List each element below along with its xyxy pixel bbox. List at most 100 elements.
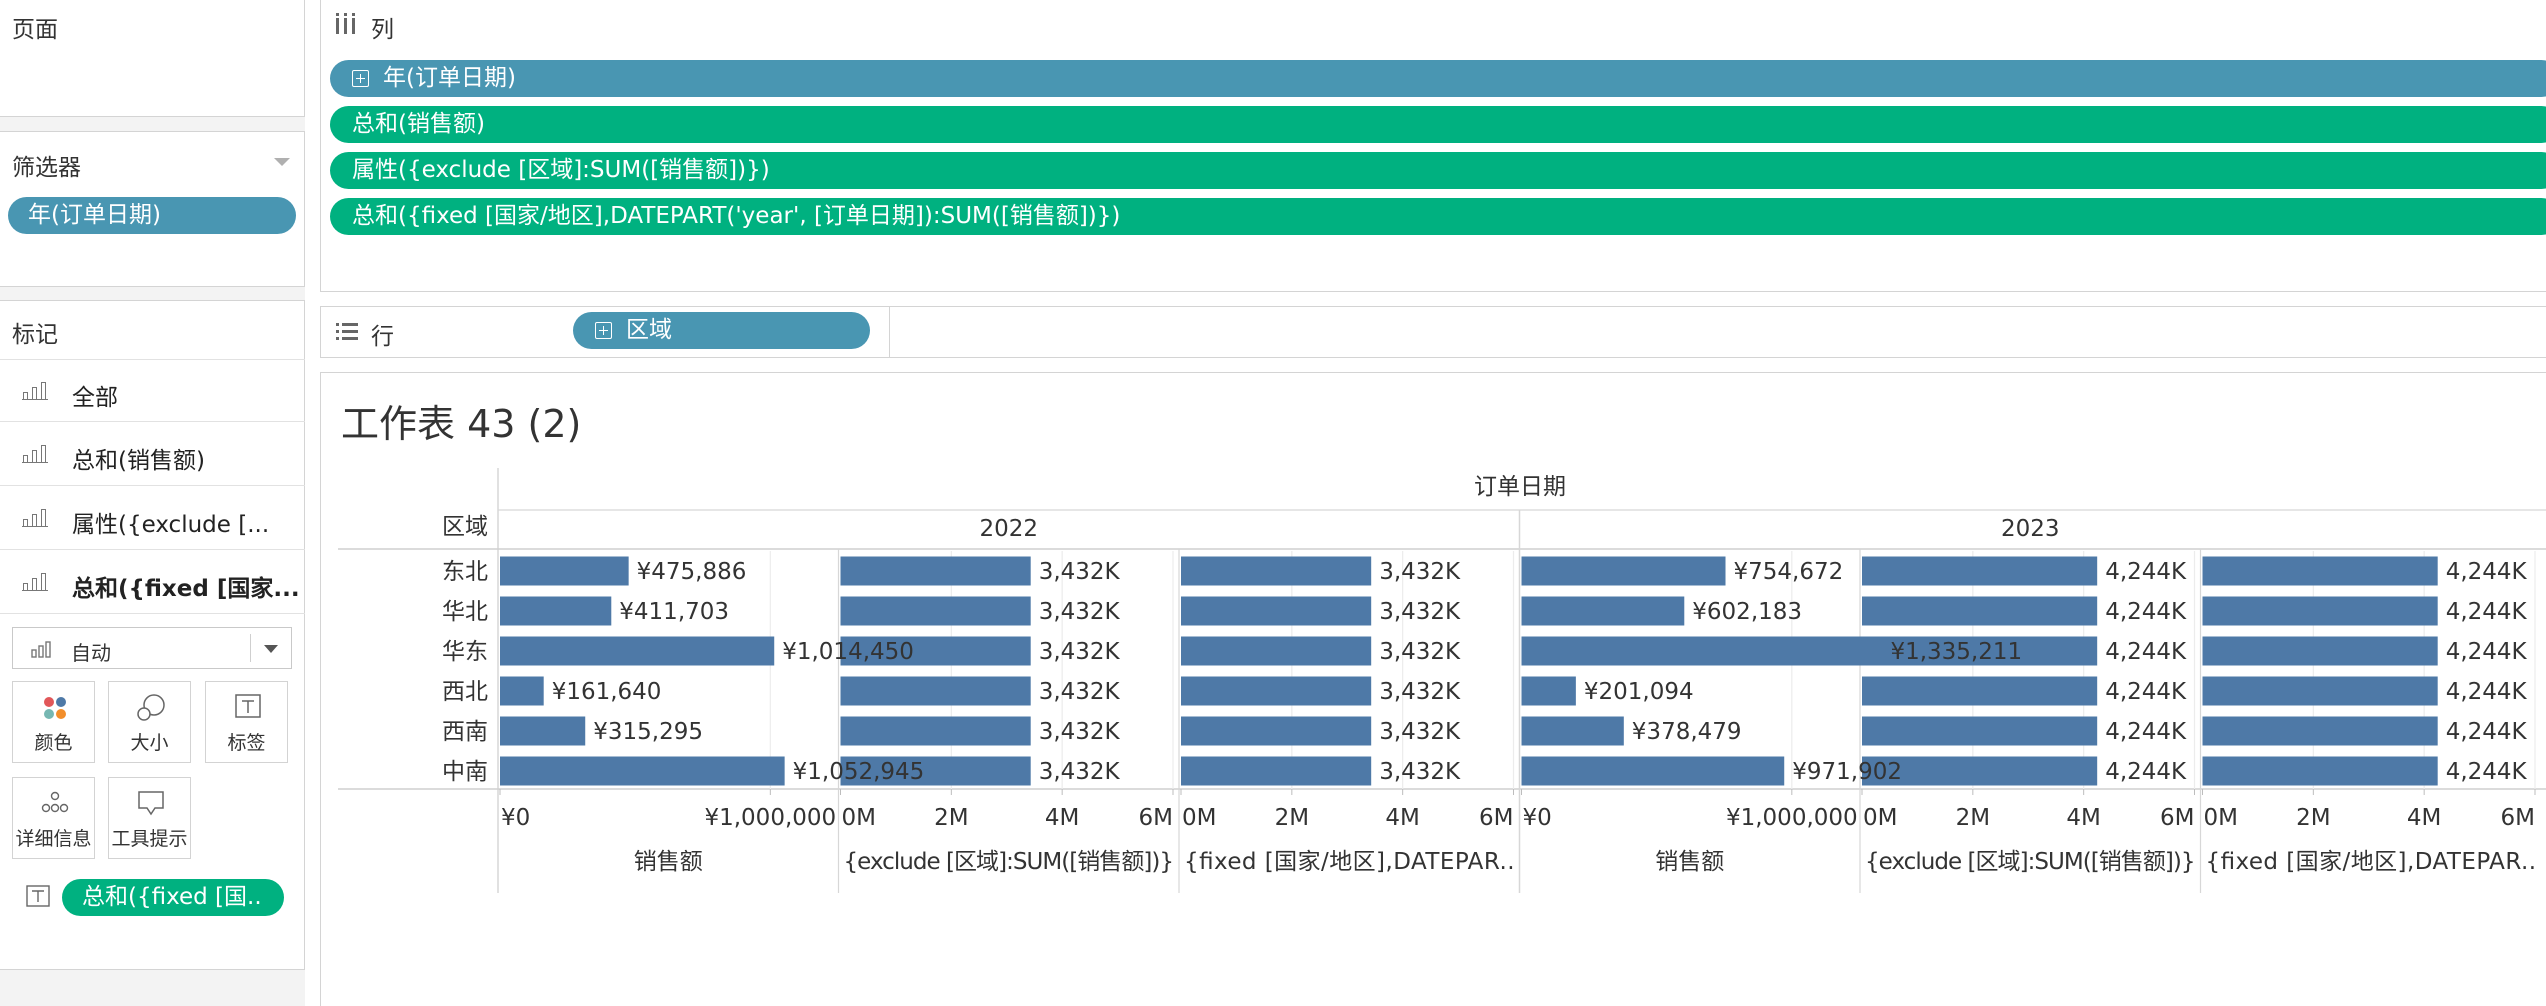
bar (2202, 596, 2438, 626)
data-label: 3,432K (1379, 759, 1461, 785)
tick-label: 6M (1139, 805, 1173, 831)
bar-chart[interactable]: 订单日期区域 2022 ¥475,886 ¥411,703 ¥1,014,450 ¥161… (0, 0, 2546, 1006)
data-label: 4,244K (2105, 759, 2187, 785)
column-header-order-date: 订单日期 (1474, 474, 1566, 500)
bar (500, 556, 629, 586)
tick-label: 2M (1275, 805, 1309, 831)
bar (500, 676, 544, 706)
tick-label: 4M (1385, 805, 1419, 831)
row-label: 西南 (442, 719, 488, 745)
year-header-2022: 2022 (979, 516, 1038, 542)
data-label: ¥1,052,945 (793, 759, 925, 785)
axis-title: {fixed [国家/地区],DATEPAR.. (1184, 849, 1515, 875)
bar (1181, 556, 1372, 586)
data-label: 4,244K (2446, 679, 2528, 705)
bar (840, 596, 1031, 626)
bar (1181, 636, 1372, 666)
data-label: 3,432K (1039, 679, 1121, 705)
data-label: ¥1,014,450 (782, 639, 914, 665)
bar (1862, 676, 2098, 706)
tick-label: 2M (1956, 805, 1990, 831)
bar (840, 676, 1031, 706)
data-label: 3,432K (1039, 759, 1121, 785)
tick-label: ¥0 (501, 805, 530, 831)
data-label: 3,432K (1039, 639, 1121, 665)
data-label: ¥411,703 (619, 599, 729, 625)
bar (1181, 596, 1372, 626)
data-label: 4,244K (2105, 679, 2187, 705)
data-label: 4,244K (2446, 759, 2528, 785)
bar (1521, 756, 1785, 786)
bar (1862, 556, 2098, 586)
data-label: 3,432K (1379, 559, 1461, 585)
bar (1521, 556, 1726, 586)
bar (1521, 636, 1883, 666)
bar (1521, 676, 1576, 706)
row-header-region: 区域 (442, 514, 488, 540)
data-label: 4,244K (2446, 719, 2528, 745)
axis-title: 销售额 (1655, 849, 1724, 875)
bar (2202, 676, 2438, 706)
data-label: 3,432K (1379, 599, 1461, 625)
data-label: 3,432K (1039, 719, 1121, 745)
axis-title: {exclude [区域]:SUM([销售额])} (1865, 849, 2196, 875)
data-label: 3,432K (1039, 599, 1121, 625)
tick-label: 0M (842, 805, 876, 831)
bar (2202, 636, 2438, 666)
tick-label: ¥1,000,000 (1726, 805, 1858, 831)
axis-title: {fixed [国家/地区],DATEPAR.. (2206, 849, 2537, 875)
bar (2202, 756, 2438, 786)
bar (2202, 716, 2438, 746)
data-label: ¥971,902 (1792, 759, 1902, 785)
tick-label: 0M (1863, 805, 1897, 831)
data-label: 3,432K (1379, 719, 1461, 745)
row-label: 华北 (442, 599, 488, 625)
tick-label: 0M (2204, 805, 2238, 831)
tick-label: 4M (1045, 805, 1079, 831)
data-label: ¥161,640 (552, 679, 662, 705)
data-label: ¥1,335,211 (1890, 639, 2022, 665)
data-label: ¥602,183 (1692, 599, 1802, 625)
tick-label: 2M (934, 805, 968, 831)
data-label: 4,244K (2446, 599, 2528, 625)
data-label: 3,432K (1379, 639, 1461, 665)
bar (840, 716, 1031, 746)
tick-label: 6M (2501, 805, 2535, 831)
bar (1521, 716, 1624, 746)
data-label: 3,432K (1039, 559, 1121, 585)
row-label: 华东 (442, 639, 488, 665)
axis-title: 销售额 (634, 849, 703, 875)
bar (1181, 756, 1372, 786)
tick-label: 4M (2407, 805, 2441, 831)
bar (840, 556, 1031, 586)
tick-label: 4M (2066, 805, 2100, 831)
tick-label: ¥0 (1523, 805, 1552, 831)
tick-label: ¥1,000,000 (704, 805, 836, 831)
bar (1181, 716, 1372, 746)
bar (1862, 716, 2098, 746)
data-label: 4,244K (2105, 599, 2187, 625)
bar (500, 716, 586, 746)
bar-layer (500, 556, 2438, 786)
data-label: ¥201,094 (1584, 679, 1694, 705)
data-label: 4,244K (2105, 559, 2187, 585)
data-label: 4,244K (2446, 559, 2528, 585)
tick-label: 6M (2160, 805, 2194, 831)
row-label: 东北 (442, 559, 488, 585)
tick-label: 2M (2296, 805, 2330, 831)
axis-title: {exclude [区域]:SUM([销售额])} (844, 849, 1175, 875)
data-label: 4,244K (2105, 639, 2187, 665)
bar (1521, 596, 1685, 626)
tick-label: 6M (1479, 805, 1513, 831)
data-label: ¥754,672 (1734, 559, 1844, 585)
year-header-2023: 2023 (2001, 516, 2060, 542)
data-label: 4,244K (2446, 639, 2528, 665)
bar (500, 636, 775, 666)
bar (1181, 676, 1372, 706)
text-layer: 订单日期区域 2022 ¥475,886 ¥411,703 ¥1,014,450 ¥161… (442, 474, 2536, 875)
data-label: ¥315,295 (593, 719, 703, 745)
data-label: ¥378,479 (1632, 719, 1742, 745)
data-label: 4,244K (2105, 719, 2187, 745)
bar (2202, 556, 2438, 586)
bar (500, 756, 785, 786)
